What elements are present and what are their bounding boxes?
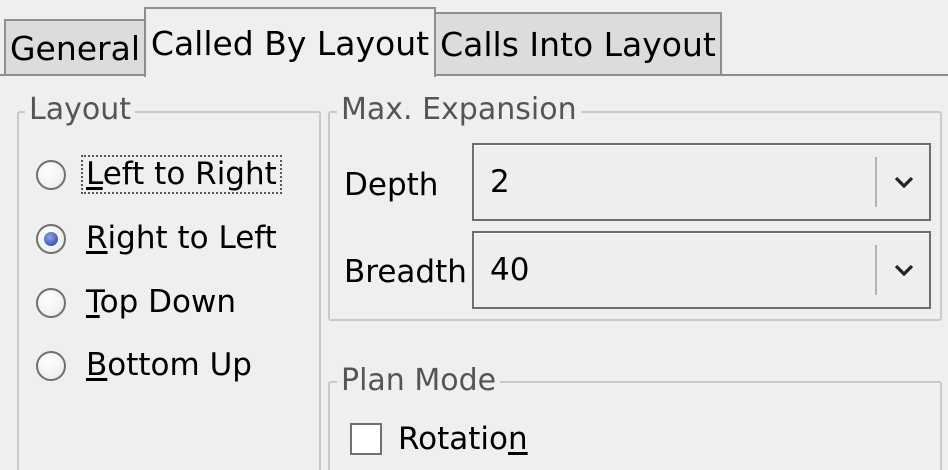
- breadth-combobox-separator: [875, 245, 877, 295]
- radio-right-to-left-label[interactable]: Right to Left: [83, 221, 280, 256]
- tab-general[interactable]: General: [4, 19, 146, 75]
- rotation-checkbox-row[interactable]: Rotation: [350, 423, 528, 455]
- breadth-label: Breadth: [344, 254, 467, 290]
- max-expansion-group-title: Max. Expansion: [337, 95, 581, 125]
- depth-combobox[interactable]: 2: [472, 143, 931, 221]
- layout-settings-dialog: General Called By Layout Calls Into Layo…: [0, 0, 948, 470]
- radio-top-down-button[interactable]: [36, 287, 66, 318]
- radio-right-to-left[interactable]: Right to Left: [36, 221, 280, 256]
- tab-calls-into-layout[interactable]: Calls Into Layout: [434, 12, 722, 75]
- tab-calls-into-layout-label: Calls Into Layout: [440, 25, 716, 64]
- breadth-combobox[interactable]: 40: [472, 231, 931, 309]
- chevron-down-icon[interactable]: [879, 175, 929, 189]
- radio-bottom-up-button[interactable]: [36, 350, 66, 381]
- tab-bar-baseline: [0, 74, 948, 76]
- radio-bottom-up[interactable]: Bottom Up: [36, 348, 255, 383]
- depth-label: Depth: [344, 167, 439, 203]
- breadth-value: 40: [490, 251, 530, 288]
- tab-called-by-layout-label: Called By Layout: [150, 23, 430, 63]
- tab-general-label: General: [9, 28, 141, 68]
- radio-bottom-up-label[interactable]: Bottom Up: [83, 348, 255, 383]
- radio-left-to-right-label[interactable]: Left to Right: [81, 155, 282, 194]
- radio-left-to-right[interactable]: Left to Right: [36, 155, 282, 194]
- layout-group-title: Layout: [25, 95, 135, 125]
- radio-right-to-left-button[interactable]: [36, 223, 66, 254]
- depth-combobox-separator: [875, 157, 877, 207]
- chevron-down-icon[interactable]: [879, 263, 929, 277]
- rotation-label[interactable]: Rotation: [398, 423, 528, 455]
- tab-called-by-layout[interactable]: Called By Layout: [144, 7, 436, 77]
- radio-top-down-label[interactable]: Top Down: [83, 285, 239, 320]
- rotation-checkbox[interactable]: [350, 423, 382, 455]
- radio-top-down[interactable]: Top Down: [36, 285, 239, 320]
- plan-mode-group-title: Plan Mode: [337, 366, 501, 396]
- depth-value: 2: [490, 163, 510, 200]
- radio-left-to-right-button[interactable]: [36, 159, 66, 190]
